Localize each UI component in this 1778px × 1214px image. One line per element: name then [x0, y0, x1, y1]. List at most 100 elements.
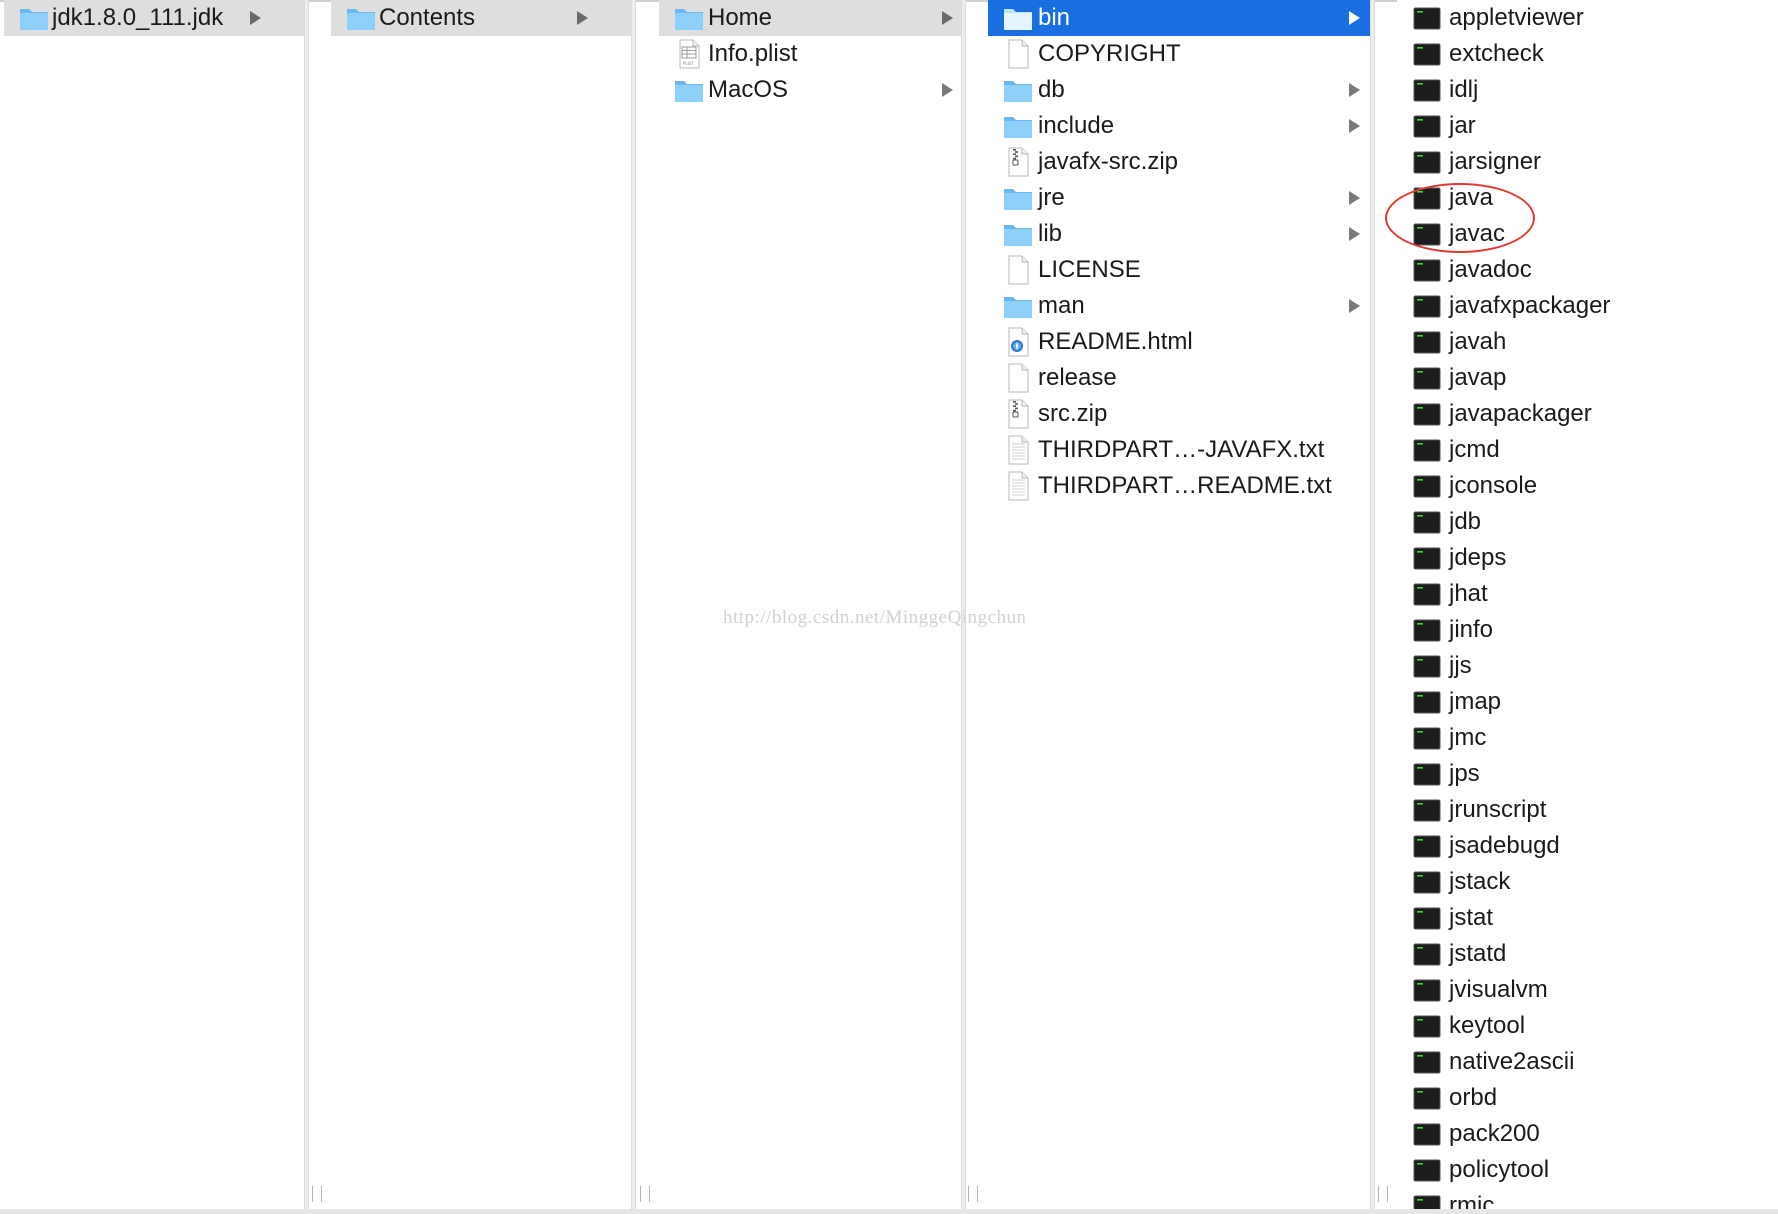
file-row-keytool[interactable]: keytool [1397, 1008, 1778, 1044]
file-row-home[interactable]: Home [659, 0, 961, 36]
file-name-label: javafxpackager [1449, 292, 1611, 319]
file-name-label: Contents [379, 4, 476, 31]
file-row-jar[interactable]: jar [1397, 108, 1778, 144]
file-row-jstack[interactable]: jstack [1397, 864, 1778, 900]
file-row-jjs[interactable]: jjs [1397, 648, 1778, 684]
file-row-thirdpart-readme-txt[interactable]: THIRDPART…README.txt [988, 468, 1370, 504]
file-row-lib[interactable]: lib [988, 216, 1370, 252]
terminal-exec-icon [1409, 972, 1445, 1008]
file-row-jps[interactable]: jps [1397, 756, 1778, 792]
file-name-label: THIRDPART…README.txt [1038, 472, 1332, 499]
watermark-text: http://blog.csdn.net/MinggeQingchun [723, 607, 1027, 628]
file-row-jmc[interactable]: jmc [1397, 720, 1778, 756]
column-divider[interactable] [961, 0, 966, 1209]
file-name-label: jstat [1449, 904, 1494, 931]
terminal-exec-icon [1409, 360, 1445, 396]
column-divider[interactable] [631, 0, 636, 1209]
file-row-javadoc[interactable]: javadoc [1397, 252, 1778, 288]
file-row-jarsigner[interactable]: jarsigner [1397, 144, 1778, 180]
file-row-jvisualvm[interactable]: jvisualvm [1397, 972, 1778, 1008]
file-row-rmic[interactable]: rmic [1397, 1188, 1778, 1209]
terminal-exec-icon [1409, 108, 1445, 144]
terminal-exec-icon [1409, 684, 1445, 720]
file-name-label: jstatd [1449, 940, 1507, 967]
document-icon [1000, 36, 1036, 72]
terminal-exec-icon [1409, 612, 1445, 648]
file-row-jcmd[interactable]: jcmd [1397, 432, 1778, 468]
column-resize-handle[interactable] [968, 1186, 978, 1202]
file-row-jhat[interactable]: jhat [1397, 576, 1778, 612]
file-row-jdb[interactable]: jdb [1397, 504, 1778, 540]
disclosure-arrow-icon[interactable] [1349, 11, 1360, 25]
file-row-macos[interactable]: MacOS [659, 72, 961, 108]
file-row-jinfo[interactable]: jinfo [1397, 612, 1778, 648]
terminal-exec-icon [1409, 1080, 1445, 1116]
file-row-thirdpart-javafx-txt[interactable]: THIRDPART…-JAVAFX.txt [988, 432, 1370, 468]
column-bin-contents[interactable]: appletviewer extcheck idlj jar jarsigner… [1397, 0, 1778, 1209]
disclosure-arrow-icon[interactable] [1349, 299, 1360, 313]
window-bottom-edge [0, 1209, 1778, 1214]
disclosure-arrow-icon[interactable] [250, 11, 261, 25]
file-row-include[interactable]: include [988, 108, 1370, 144]
column-divider[interactable] [1370, 0, 1375, 1209]
file-row-jmap[interactable]: jmap [1397, 684, 1778, 720]
terminal-exec-icon [1409, 396, 1445, 432]
file-row-jsadebugd[interactable]: jsadebugd [1397, 828, 1778, 864]
disclosure-arrow-icon[interactable] [1349, 191, 1360, 205]
file-name-label: jhat [1449, 580, 1488, 607]
file-name-label: Home [708, 4, 773, 31]
column-resize-handle[interactable] [312, 1186, 322, 1202]
disclosure-arrow-icon[interactable] [1349, 227, 1360, 241]
file-name-label: javapackager [1449, 400, 1592, 427]
file-row-license[interactable]: LICENSE [988, 252, 1370, 288]
column-divider[interactable] [304, 0, 309, 1209]
file-row-info-plist[interactable]: PLIST Info.plist [659, 36, 961, 72]
file-row-readme-html[interactable]: README.html [988, 324, 1370, 360]
disclosure-arrow-icon[interactable] [577, 11, 588, 25]
file-row-javap[interactable]: javap [1397, 360, 1778, 396]
file-row-jstatd[interactable]: jstatd [1397, 936, 1778, 972]
disclosure-arrow-icon[interactable] [1349, 83, 1360, 97]
column-resize-handle[interactable] [640, 1186, 650, 1202]
file-row-jrunscript[interactable]: jrunscript [1397, 792, 1778, 828]
file-row-jconsole[interactable]: jconsole [1397, 468, 1778, 504]
file-row-bin[interactable]: bin [988, 0, 1370, 36]
column-resize-handle[interactable] [1378, 1186, 1388, 1202]
file-name-label: jvisualvm [1449, 976, 1548, 1003]
file-name-label: jarsigner [1449, 148, 1542, 175]
file-row-policytool[interactable]: policytool [1397, 1152, 1778, 1188]
file-row-idlj[interactable]: idlj [1397, 72, 1778, 108]
file-row-copyright[interactable]: COPYRIGHT [988, 36, 1370, 72]
file-row-release[interactable]: release [988, 360, 1370, 396]
file-row-man[interactable]: man [988, 288, 1370, 324]
file-name-label: jre [1038, 184, 1065, 211]
file-row-native2ascii[interactable]: native2ascii [1397, 1044, 1778, 1080]
zip-file-icon [1000, 396, 1036, 432]
file-row-db[interactable]: db [988, 72, 1370, 108]
file-row-javapackager[interactable]: javapackager [1397, 396, 1778, 432]
file-row-javah[interactable]: javah [1397, 324, 1778, 360]
file-row-jdeps[interactable]: jdeps [1397, 540, 1778, 576]
file-row-contents[interactable]: Contents [331, 0, 631, 36]
column-bin-parent[interactable]: bin COPYRIGHT db include javafx-src.zip … [988, 0, 1370, 1209]
terminal-exec-icon [1409, 504, 1445, 540]
file-row-jdk1-8-0-111-jdk[interactable]: jdk1.8.0_111.jdk [4, 0, 304, 36]
column-home[interactable]: Home PLIST Info.plist MacOS [659, 0, 961, 1209]
column-jdk[interactable]: jdk1.8.0_111.jdk [4, 0, 304, 1209]
disclosure-arrow-icon[interactable] [942, 83, 953, 97]
file-row-extcheck[interactable]: extcheck [1397, 36, 1778, 72]
file-name-label: LICENSE [1038, 256, 1141, 283]
file-row-jstat[interactable]: jstat [1397, 900, 1778, 936]
column-contents[interactable]: Contents [331, 0, 631, 1209]
disclosure-arrow-icon[interactable] [942, 11, 953, 25]
annotation-circle [1385, 183, 1535, 253]
terminal-exec-icon [1409, 1152, 1445, 1188]
file-row-src-zip[interactable]: src.zip [988, 396, 1370, 432]
disclosure-arrow-icon[interactable] [1349, 119, 1360, 133]
file-row-javafx-src-zip[interactable]: javafx-src.zip [988, 144, 1370, 180]
file-row-jre[interactable]: jre [988, 180, 1370, 216]
file-row-appletviewer[interactable]: appletviewer [1397, 0, 1778, 36]
file-row-javafxpackager[interactable]: javafxpackager [1397, 288, 1778, 324]
file-row-orbd[interactable]: orbd [1397, 1080, 1778, 1116]
file-row-pack200[interactable]: pack200 [1397, 1116, 1778, 1152]
